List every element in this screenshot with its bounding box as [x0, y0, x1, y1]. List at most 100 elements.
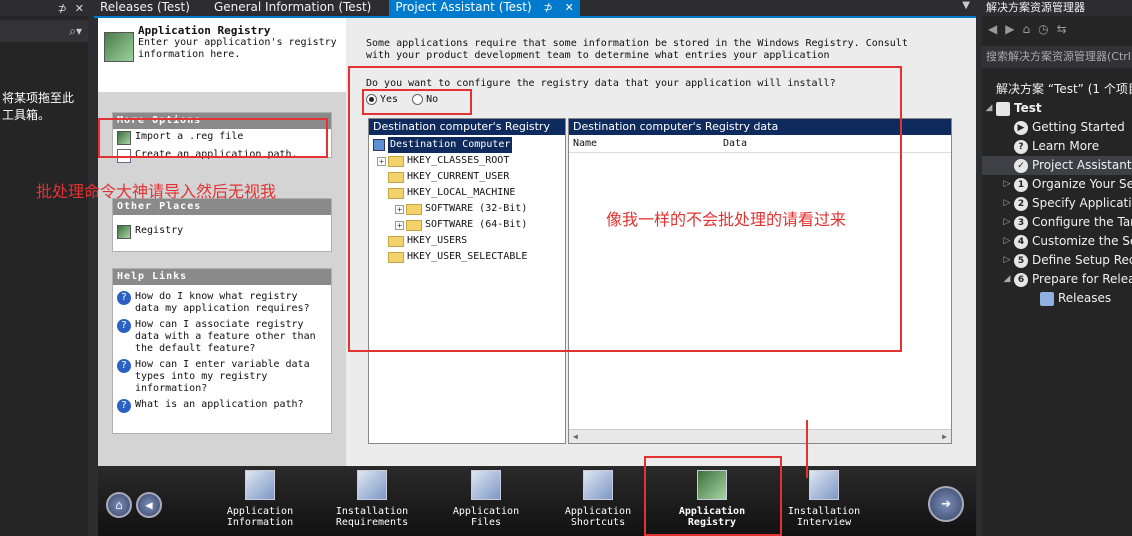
tab-label: Releases (Test) [100, 0, 190, 14]
intro-text: Some applications require that some info… [366, 38, 908, 61]
application-information-icon [245, 470, 275, 500]
pin-icon[interactable]: ⊅ [58, 2, 67, 15]
installation-requirements-icon [357, 470, 387, 500]
node-label: Releases [1058, 291, 1112, 305]
other-places-panel: Other Places Registry [112, 198, 332, 252]
nav-installation-requirements[interactable]: Installation Requirements [330, 470, 414, 528]
node-label: Define Setup Requirements [1032, 253, 1132, 267]
expand-icon[interactable]: ▷ [1000, 251, 1014, 270]
link-label: How can I enter variable data types into… [135, 359, 310, 394]
forward-icon[interactable]: ▶ [1005, 22, 1014, 36]
node-label: Organize Your Setup [1032, 177, 1132, 191]
nav-label: Application Shortcuts [564, 506, 632, 528]
home-icon[interactable]: ⌂ [1022, 22, 1030, 36]
wizard-nav-bar: ⌂ ◀ Application Information Installation… [98, 466, 976, 536]
help-link[interactable]: ? How can I associate registry data with … [113, 317, 331, 357]
nav-application-files[interactable]: Application Files [444, 470, 528, 528]
tree-item-prepare[interactable]: ◢6 Prepare for Release [982, 270, 1132, 289]
tree-item-getting-started[interactable]: ▶ Getting Started [982, 118, 1132, 137]
project-icon [996, 101, 1010, 116]
tree-item-customize[interactable]: ▷4 Customize the Setup Appearance [982, 232, 1132, 251]
toolbox-search[interactable]: ⌕▾ [0, 20, 88, 42]
wizard-title: Application Registry [138, 24, 271, 37]
horizontal-scrollbar[interactable]: ◀ ▶ [569, 429, 951, 443]
pin-icon[interactable]: ⊅ [544, 1, 553, 14]
solution-tree: 解决方案 “Test” (1 个项目) ◢ Test ▶ Getting Start… [982, 80, 1132, 308]
node-label: Project Assistant [1032, 158, 1132, 172]
tree-item-configure[interactable]: ▷3 Configure the Target System [982, 213, 1132, 232]
nav-application-information[interactable]: Application Information [218, 470, 302, 528]
node-label: Test [1014, 101, 1042, 115]
chevron-down-icon[interactable]: ▼ [962, 0, 970, 11]
close-icon[interactable]: ✕ [565, 1, 574, 14]
toolbox-message: 将某项拖至此 工具箱。 [0, 90, 88, 124]
nav-installation-interview[interactable]: Installation Interview [782, 470, 866, 528]
tab-releases[interactable]: Releases (Test) [94, 0, 196, 16]
tree-item-specify[interactable]: ▷2 Specify Application Data [982, 194, 1132, 213]
tab-label: General Information (Test) [213, 0, 372, 14]
panel-header: Help Links [113, 269, 331, 285]
annotation-line [806, 420, 808, 478]
help-link[interactable]: ? How can I enter variable data types int… [113, 357, 331, 397]
close-icon[interactable]: ✕ [75, 2, 84, 15]
help-icon: ? [117, 359, 131, 373]
solution-explorer: 解决方案资源管理器 ◀ ▶ ⌂ ◷ ⇆ 搜索解决方案资源管理器(Ctrl+;) … [982, 0, 1132, 536]
installation-interview-icon [809, 470, 839, 500]
expand-icon[interactable]: ▷ [1000, 213, 1014, 232]
scroll-right-icon[interactable]: ▶ [942, 432, 947, 441]
annotation-box-nav [644, 456, 782, 536]
help-link[interactable]: ? What is an application path? [113, 397, 331, 415]
tree-item-learn-more[interactable]: ? Learn More [982, 137, 1132, 156]
step-four-icon: 4 [1014, 234, 1028, 249]
link-label: What is an application path? [135, 399, 304, 410]
toolbox-message-line1: 将某项拖至此 [2, 91, 75, 105]
back-icon[interactable]: ◀ [988, 22, 997, 36]
help-icon: ? [117, 291, 131, 305]
home-button[interactable]: ⌂ [106, 492, 132, 518]
link-label: How do I know what registry data my appl… [135, 291, 310, 314]
help-icon: ? [117, 399, 131, 413]
wizard-sidebar: Application Registry Enter your applicat… [98, 18, 346, 466]
node-label: Customize the Setup Appearance [1032, 234, 1132, 248]
node-label: Configure the Target System [1032, 215, 1132, 229]
help-link[interactable]: ? How do I know what registry data my app… [113, 289, 331, 317]
releases-icon [1040, 291, 1054, 306]
back-button[interactable]: ◀ [136, 492, 162, 518]
tree-item-project-assistant[interactable]: ✓ Project Assistant [982, 156, 1132, 175]
solution-node[interactable]: 解决方案 “Test” (1 个项目) [982, 80, 1132, 99]
step-three-icon: 3 [1014, 215, 1028, 230]
history-icon[interactable]: ◷ [1038, 22, 1048, 36]
chevron-down-icon[interactable]: ◢ [1000, 270, 1014, 289]
expand-icon[interactable]: ▷ [1000, 232, 1014, 251]
tab-project-assistant[interactable]: Project Assistant (Test) ⊅ ✕ [389, 0, 580, 16]
step-five-icon: 5 [1014, 253, 1028, 268]
node-label: Specify Application Data [1032, 196, 1132, 210]
help-icon: ? [1014, 139, 1028, 154]
wizard-header: Application Registry Enter your applicat… [98, 18, 346, 92]
wizard-description: Enter your application's registry inform… [138, 37, 337, 60]
tree-item-organize[interactable]: ▷1 Organize Your Setup [982, 175, 1132, 194]
search-icon[interactable]: ⌕▾ [69, 24, 82, 39]
chevron-down-icon[interactable]: ◢ [982, 99, 996, 118]
project-node[interactable]: ◢ Test [982, 99, 1132, 118]
play-icon: ▶ [1014, 120, 1028, 135]
sync-icon[interactable]: ⇆ [1057, 22, 1067, 36]
next-button[interactable]: ➜ [928, 486, 964, 522]
scroll-left-icon[interactable]: ◀ [573, 432, 578, 441]
toolbox-pane: ⊅ ✕ ⌕▾ 将某项拖至此 工具箱。 [0, 0, 88, 536]
annotation-box-import [98, 118, 328, 158]
nav-application-shortcuts[interactable]: Application Shortcuts [556, 470, 640, 528]
tab-general-information[interactable]: General Information (Test) [208, 0, 377, 16]
expand-icon[interactable]: ▷ [1000, 175, 1014, 194]
tree-item-releases[interactable]: Releases [982, 289, 1132, 308]
solution-search-input[interactable]: 搜索解决方案资源管理器(Ctrl+;) [982, 46, 1132, 68]
annotation-right-note: 像我一样的不会批处理的请看过来 [606, 210, 847, 229]
application-files-icon [471, 470, 501, 500]
tree-item-define[interactable]: ▷5 Define Setup Requirements [982, 251, 1132, 270]
registry-icon [117, 225, 131, 239]
step-six-icon: 6 [1014, 272, 1028, 287]
registry-link[interactable]: Registry [113, 223, 331, 241]
document-tabs: Releases (Test) General Information (Tes… [94, 0, 976, 16]
link-label: Registry [135, 225, 184, 236]
expand-icon[interactable]: ▷ [1000, 194, 1014, 213]
